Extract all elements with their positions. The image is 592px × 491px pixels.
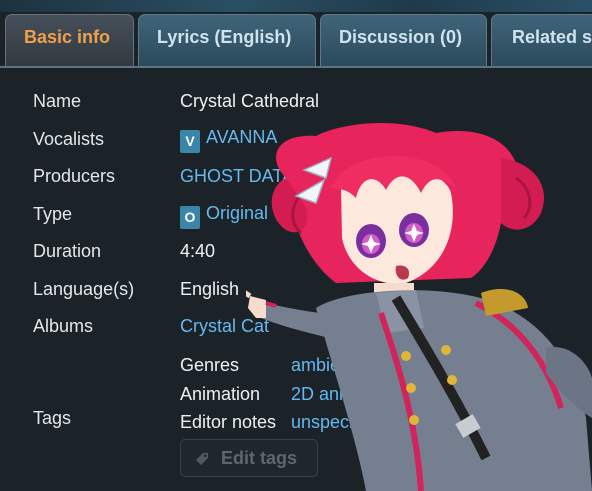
tab-discussion[interactable]: Discussion (0) [320,14,487,66]
vocalists-label: Vocalists [33,129,105,149]
tag-icon [196,453,208,465]
type-label: Type [33,204,73,224]
tab-bar: Basic info Lyrics (English) Discussion (… [0,12,592,68]
name-value: Crystal Cathedral [180,91,320,111]
song-type-badge: O [180,206,200,229]
language-value: English [180,279,240,299]
top-banner-strip [0,0,592,12]
name-label: Name [33,91,82,111]
language-label: Language(s) [33,279,135,299]
mascot-character [246,122,592,491]
tab-related[interactable]: Related s [491,14,592,66]
albums-label: Albums [33,316,94,336]
duration-label: Duration [33,241,102,261]
duration-value: 4:40 [180,241,216,261]
tags-label: Tags [33,408,72,428]
tag-category-genres: Genres [180,355,240,375]
tab-lyrics[interactable]: Lyrics (English) [138,14,316,66]
tab-basic-info[interactable]: Basic info [5,14,134,66]
vocalist-type-badge: V [180,130,200,153]
producers-label: Producers [33,166,116,186]
